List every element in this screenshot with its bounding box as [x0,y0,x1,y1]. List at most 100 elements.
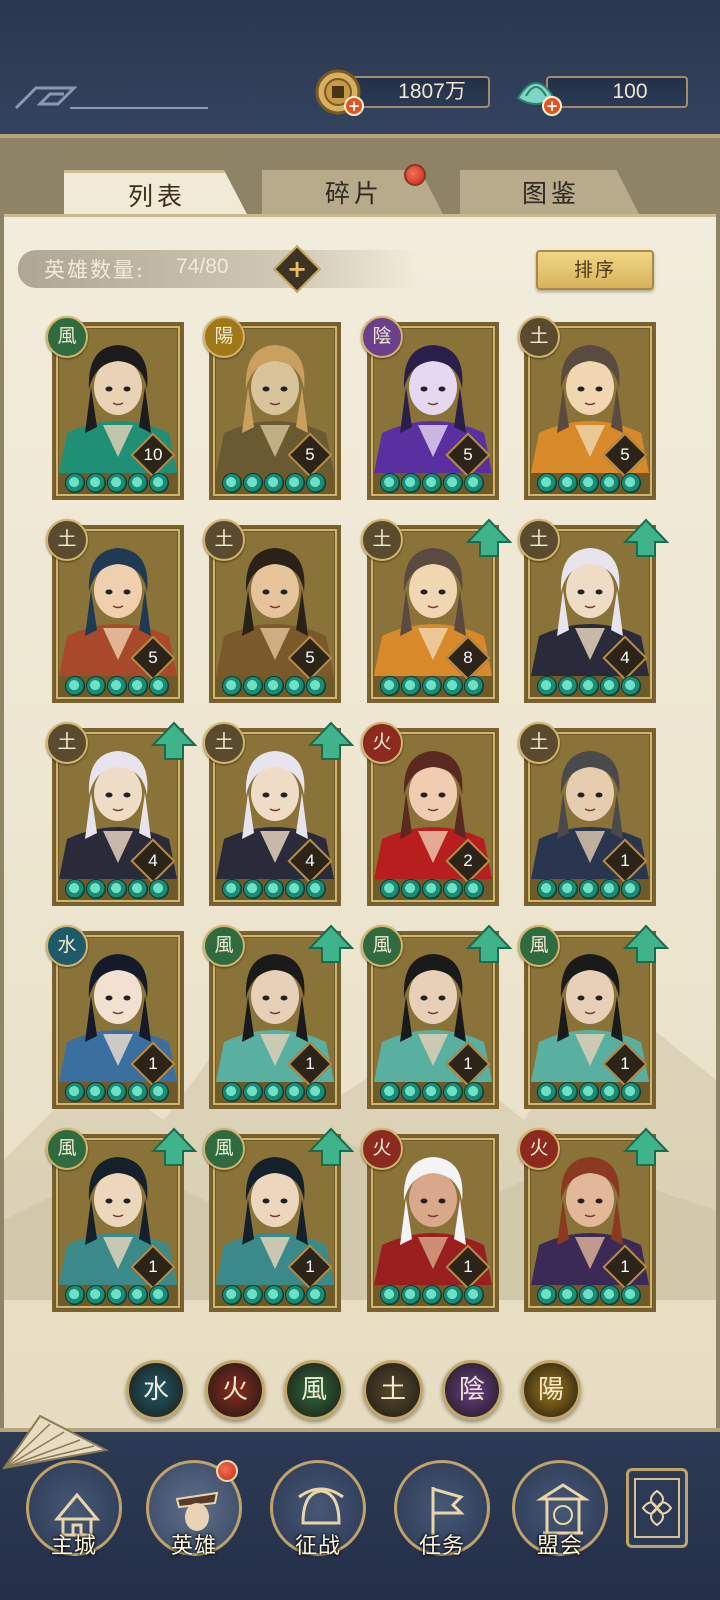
hero-card[interactable]: 4 土 [203,721,354,906]
hero-card[interactable]: 4 土 [46,721,197,906]
star-icon [401,473,421,493]
hero-card[interactable]: 5 陽 [203,316,341,500]
coin-resource[interactable]: + 1807万 [314,69,490,116]
hero-stars [537,879,641,899]
element-badge: 陰 [361,316,403,358]
star-icon [222,1285,242,1305]
hero-card[interactable]: 1 火 [361,1128,499,1312]
tab-codex[interactable]: 图鉴 [460,170,642,220]
star-icon [128,879,148,899]
star-icon [422,879,442,899]
hero-stars [380,1082,484,1102]
element-filter-button[interactable]: 陰 [442,1360,502,1420]
element-badge: 火 [518,1128,560,1170]
sort-button[interactable]: 排序 [536,250,654,290]
star-icon [380,879,400,899]
upgrade-arrow-icon [151,721,197,760]
star-icon [285,1082,305,1102]
star-icon [107,1082,127,1102]
hero-card[interactable]: 1 風 [518,924,669,1109]
more-menu-button[interactable] [626,1468,688,1548]
element-filter-button[interactable]: 火 [205,1360,265,1420]
star-icon [285,473,305,493]
folding-fan-decoration [1,1414,110,1470]
star-icon [86,473,106,493]
nav-label: 任务 [418,1534,465,1559]
star-icon [579,879,599,899]
star-icon [264,1082,284,1102]
star-icon [422,473,442,493]
star-icon [579,1285,599,1305]
upgrade-arrow-icon [623,924,669,963]
hero-card[interactable]: 1 火 [518,1127,669,1312]
star-icon [306,676,326,696]
hero-level: 5 [305,648,315,667]
element-filter-button[interactable]: 水 [126,1360,186,1420]
hero-card[interactable]: 2 火 [361,722,499,906]
star-icon [464,676,484,696]
star-icon [107,1285,127,1305]
hero-card[interactable]: 1 風 [46,1127,197,1312]
hero-card[interactable]: 1 風 [203,924,354,1109]
element-filter-button[interactable]: 風 [284,1360,344,1420]
element-badge: 火 [361,1128,403,1170]
hero-card[interactable]: 8 土 [361,518,512,703]
hero-stars [537,1082,641,1102]
hero-stars [65,1082,169,1102]
hero-card[interactable]: 5 土 [203,519,341,703]
star-icon [443,473,463,493]
star-icon [537,879,557,899]
hero-card[interactable]: 5 土 [46,519,184,703]
hero-stars [537,473,641,493]
element-badge: 土 [203,722,245,764]
hero-stars [380,676,484,696]
star-icon [443,879,463,899]
element-badge: 土 [46,722,88,764]
star-icon [537,1285,557,1305]
star-icon [128,676,148,696]
hero-card[interactable]: 1 土 [518,722,656,906]
hero-card[interactable]: 4 土 [518,518,669,703]
star-icon [558,473,578,493]
star-icon [537,1082,557,1102]
star-icon [243,879,263,899]
cloud-pattern-icon [14,86,208,110]
top-bar: + 1807万 + 100 [0,0,720,138]
star-icon [86,676,106,696]
tab-list[interactable]: 列表 [64,170,250,220]
hero-card[interactable]: 1 水 [46,925,184,1109]
hero-card[interactable]: 1 風 [203,1127,354,1312]
hero-level: 5 [148,648,158,667]
hero-card[interactable]: 5 陰 [361,316,499,500]
star-icon [558,879,578,899]
element-badge: 土 [518,722,560,764]
upgrade-arrow-icon [151,1127,197,1166]
star-icon [401,676,421,696]
star-icon [401,879,421,899]
hero-level: 1 [148,1054,158,1073]
hero-card[interactable]: 10 風 [46,316,184,500]
star-icon [600,879,620,899]
star-icon [128,1082,148,1102]
star-icon [380,473,400,493]
element-filter-button[interactable]: 土 [363,1360,423,1420]
hero-stars [380,473,484,493]
star-icon [285,676,305,696]
upgrade-arrow-icon [466,518,512,557]
star-icon [600,1285,620,1305]
star-icon [401,1285,421,1305]
hero-card[interactable]: 5 土 [518,316,656,500]
star-icon [621,473,641,493]
star-icon [264,1285,284,1305]
add-jade-button[interactable]: + [542,96,562,116]
star-icon [243,1285,263,1305]
hero-count-label: 英雄数量: [44,258,146,282]
upgrade-arrow-icon [308,924,354,963]
hero-level: 1 [148,1257,158,1276]
jade-amount: 100 [546,76,688,108]
element-filter-button[interactable]: 陽 [521,1360,581,1420]
jade-resource[interactable]: + 100 [512,72,688,116]
expand-capacity-button[interactable]: + [272,244,322,294]
add-coins-button[interactable]: + [344,96,364,116]
hero-card[interactable]: 1 風 [361,924,512,1109]
